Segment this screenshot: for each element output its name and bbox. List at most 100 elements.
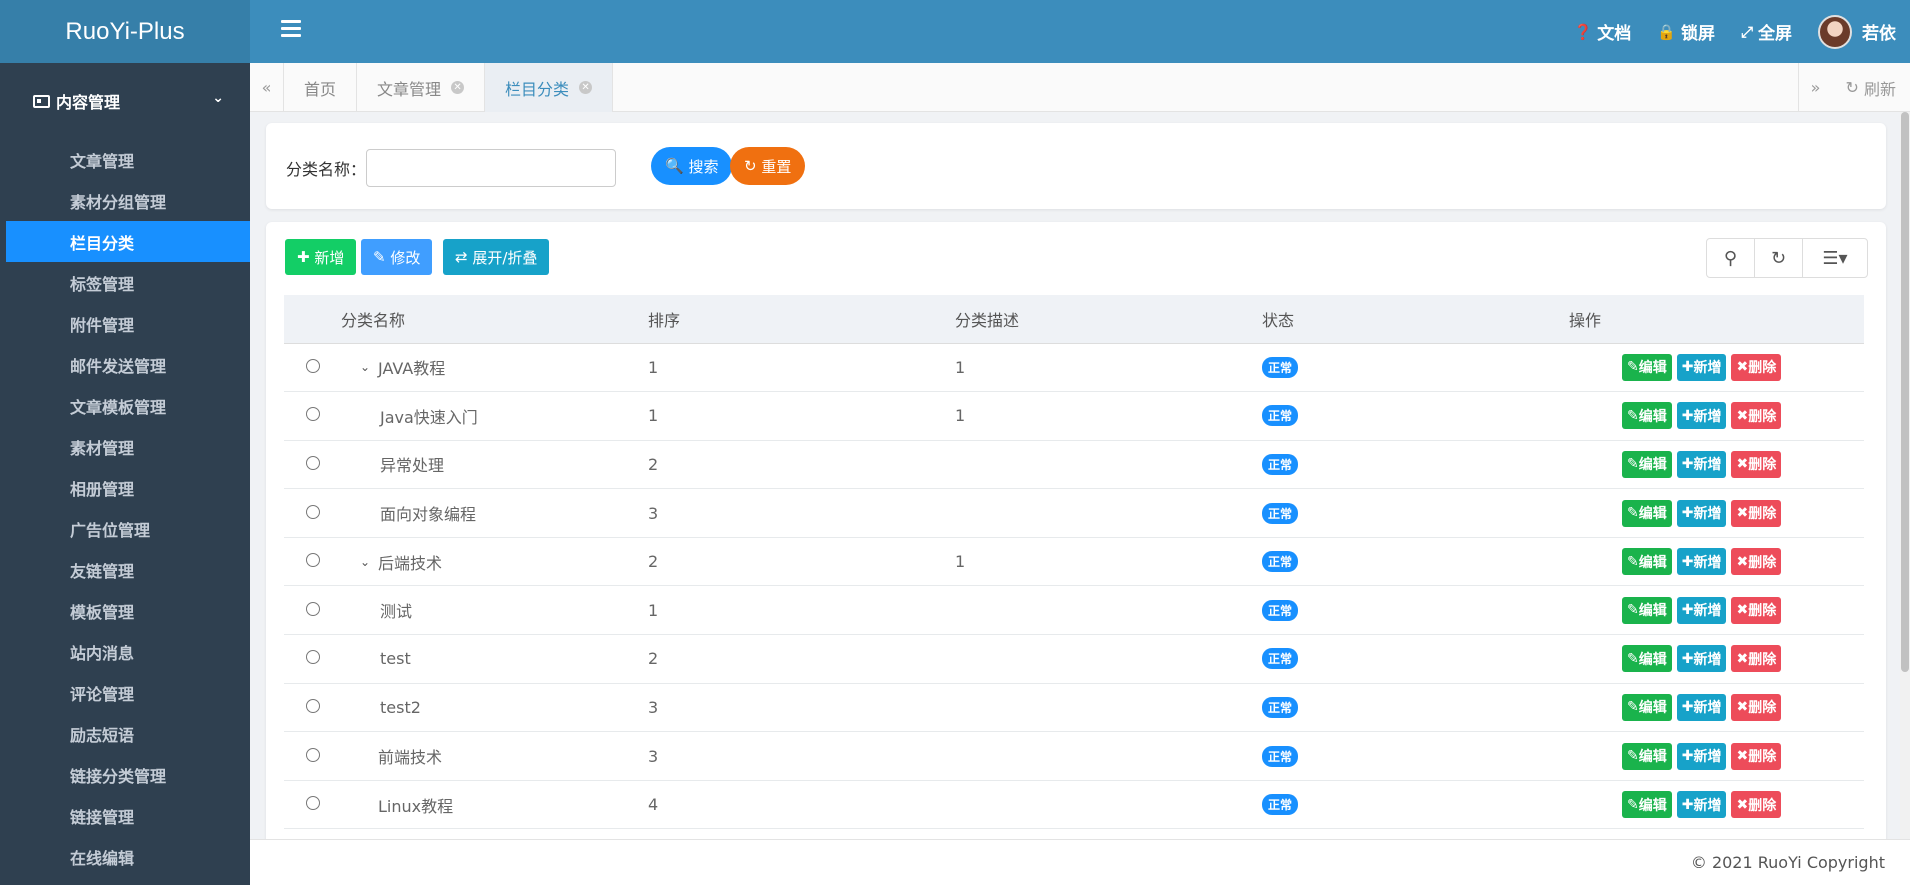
row-radio[interactable]: [305, 358, 320, 373]
sidebar-group-content[interactable]: 内容管理 ⌄: [0, 63, 250, 139]
sidebar-item-ads[interactable]: 广告位管理: [0, 508, 250, 549]
sidebar-item-tags[interactable]: 标签管理: [0, 262, 250, 303]
sidebar-item-templates[interactable]: 模板管理: [0, 590, 250, 631]
row-edit-button[interactable]: ✎ 编辑: [1622, 742, 1672, 770]
row-add-button[interactable]: ✚ 新增: [1676, 499, 1727, 527]
table-row[interactable]: ⌄ 后端技术 2 1 正常 ✎ 编辑 ✚ 新增 ✖ 删除: [284, 537, 1864, 587]
close-icon[interactable]: ✕: [579, 81, 593, 94]
app-logo[interactable]: RuoYi-Plus: [0, 0, 250, 63]
row-delete-button[interactable]: ✖ 删除: [1731, 548, 1782, 576]
row-edit-button[interactable]: ✎ 编辑: [1622, 402, 1672, 430]
tab-categories[interactable]: 栏目分类 ✕: [485, 63, 614, 112]
chevron-down-icon[interactable]: ⌄: [360, 360, 378, 374]
add-button[interactable]: ✚ 新增: [285, 239, 357, 275]
row-add-button[interactable]: ✚ 新增: [1676, 693, 1727, 721]
tabs-scroll-left-icon[interactable]: «: [250, 63, 284, 112]
row-delete-button[interactable]: ✖ 删除: [1731, 596, 1782, 624]
row-edit-button[interactable]: ✎ 编辑: [1622, 791, 1672, 819]
header-status[interactable]: 状态: [1262, 295, 1569, 344]
row-delete-button[interactable]: ✖ 删除: [1731, 693, 1782, 721]
row-add-button[interactable]: ✚ 新增: [1676, 645, 1727, 673]
close-icon[interactable]: ✕: [451, 81, 465, 94]
row-edit-button[interactable]: ✎ 编辑: [1622, 645, 1672, 673]
sidebar-item-materials[interactable]: 素材管理: [0, 426, 250, 467]
row-radio[interactable]: [305, 650, 320, 665]
row-delete-button[interactable]: ✖ 删除: [1731, 645, 1782, 673]
lock-screen-link[interactable]: 🔒 锁屏: [1657, 19, 1715, 45]
row-radio[interactable]: [305, 553, 320, 568]
row-delete-button[interactable]: ✖ 删除: [1731, 353, 1782, 381]
sidebar-item-articles[interactable]: 文章管理: [0, 139, 250, 180]
sidebar-item-mail[interactable]: 邮件发送管理: [0, 344, 250, 385]
category-name-input[interactable]: [366, 149, 616, 187]
table-row[interactable]: Java快速入门 1 1 正常 ✎ 编辑 ✚ 新增 ✖ 删除: [284, 391, 1864, 441]
row-radio[interactable]: [305, 601, 320, 616]
tab-home[interactable]: 首页: [284, 63, 358, 112]
row-radio[interactable]: [305, 698, 320, 713]
row-add-button[interactable]: ✚ 新增: [1676, 548, 1727, 576]
tabs-scroll-right-icon[interactable]: »: [1798, 63, 1832, 112]
sidebar-item-online-edit[interactable]: 在线编辑: [0, 836, 250, 877]
user-menu[interactable]: 若依: [1818, 14, 1896, 49]
table-row[interactable]: Linux教程 4 正常 ✎ 编辑 ✚ 新增 ✖ 删除: [284, 780, 1864, 830]
sidebar-item-quotes[interactable]: 励志短语: [0, 713, 250, 754]
search-toggle-icon[interactable]: ⚲: [1707, 239, 1755, 277]
columns-icon[interactable]: ☰▾: [1803, 239, 1867, 277]
sidebar-item-material-groups[interactable]: 素材分组管理: [0, 180, 250, 221]
table-row[interactable]: 面向对象编程 3 正常 ✎ 编辑 ✚ 新增 ✖ 删除: [284, 488, 1864, 538]
table-row[interactable]: 测试 1 正常 ✎ 编辑 ✚ 新增 ✖ 删除: [284, 585, 1864, 636]
row-edit-button[interactable]: ✎ 编辑: [1622, 450, 1672, 478]
row-edit-button[interactable]: ✎ 编辑: [1622, 499, 1672, 527]
row-delete-button[interactable]: ✖ 删除: [1731, 791, 1782, 819]
header-desc[interactable]: 分类描述: [955, 295, 1262, 344]
sidebar-item-links[interactable]: 链接管理: [0, 795, 250, 836]
table-row[interactable]: 前端技术 3 正常 ✎ 编辑 ✚ 新增 ✖ 删除: [284, 731, 1864, 781]
table-row[interactable]: Go教程 5 正常 ✎编辑 ✚新增 ✖删除: [284, 828, 1864, 839]
table-row[interactable]: test 2 正常 ✎ 编辑 ✚ 新增 ✖ 删除: [284, 634, 1864, 684]
sidebar-item-attachments[interactable]: 附件管理: [0, 303, 250, 344]
sidebar-item-categories[interactable]: 栏目分类: [6, 221, 250, 262]
scrollbar[interactable]: [1900, 112, 1910, 839]
row-edit-button[interactable]: ✎ 编辑: [1622, 353, 1672, 381]
edit-button[interactable]: ✎ 修改: [361, 239, 433, 275]
row-radio[interactable]: [305, 455, 320, 470]
sidebar-item-albums[interactable]: 相册管理: [0, 467, 250, 508]
row-delete-button[interactable]: ✖ 删除: [1731, 499, 1782, 527]
sidebar-item-link-categories[interactable]: 链接分类管理: [0, 754, 250, 795]
chevron-down-icon[interactable]: ⌄: [360, 555, 378, 569]
expand-collapse-button[interactable]: ⇄ 展开/折叠: [443, 239, 550, 275]
row-add-button[interactable]: ✚ 新增: [1676, 450, 1727, 478]
row-delete-button[interactable]: ✖ 删除: [1731, 450, 1782, 478]
header-sort[interactable]: 排序: [648, 295, 955, 344]
table-row[interactable]: test2 3 正常 ✎ 编辑 ✚ 新增 ✖ 删除: [284, 683, 1864, 733]
row-delete-button[interactable]: ✖ 删除: [1731, 742, 1782, 770]
tab-articles[interactable]: 文章管理 ✕: [357, 63, 486, 112]
row-edit-button[interactable]: ✎ 编辑: [1622, 548, 1672, 576]
row-add-button[interactable]: ✚ 新增: [1676, 791, 1727, 819]
sidebar-item-messages[interactable]: 站内消息: [0, 631, 250, 672]
refresh-tab-button[interactable]: ↻ 刷新: [1845, 63, 1896, 112]
scrollbar-thumb[interactable]: [1901, 112, 1909, 672]
menu-toggle-icon[interactable]: [281, 20, 301, 42]
row-radio[interactable]: [305, 407, 320, 422]
table-row[interactable]: 异常处理 2 正常 ✎ 编辑 ✚ 新增 ✖ 删除: [284, 440, 1864, 490]
row-radio[interactable]: [305, 796, 320, 811]
refresh-icon[interactable]: ↻: [1755, 239, 1803, 277]
row-add-button[interactable]: ✚ 新增: [1676, 742, 1727, 770]
row-edit-button[interactable]: ✎ 编辑: [1622, 596, 1672, 624]
sidebar-item-friend-links[interactable]: 友链管理: [0, 549, 250, 590]
fullscreen-link[interactable]: ⤢ 全屏: [1741, 19, 1792, 45]
header-name[interactable]: 分类名称: [341, 295, 648, 344]
sidebar-item-comments[interactable]: 评论管理: [0, 672, 250, 713]
row-add-button[interactable]: ✚ 新增: [1676, 402, 1727, 430]
row-add-button[interactable]: ✚ 新增: [1676, 353, 1727, 381]
table-row[interactable]: ⌄ JAVA教程 1 1 正常 ✎ 编辑 ✚ 新增 ✖ 删除: [284, 343, 1864, 393]
sidebar-item-article-templates[interactable]: 文章模板管理: [0, 385, 250, 426]
row-delete-button[interactable]: ✖ 删除: [1731, 402, 1782, 430]
reset-button[interactable]: ↻ 重置: [730, 147, 806, 185]
search-button[interactable]: 🔍 搜索: [651, 147, 733, 185]
row-radio[interactable]: [305, 504, 320, 519]
row-add-button[interactable]: ✚ 新增: [1676, 596, 1727, 624]
docs-link[interactable]: ❓ 文档: [1574, 19, 1632, 45]
row-edit-button[interactable]: ✎ 编辑: [1622, 693, 1672, 721]
